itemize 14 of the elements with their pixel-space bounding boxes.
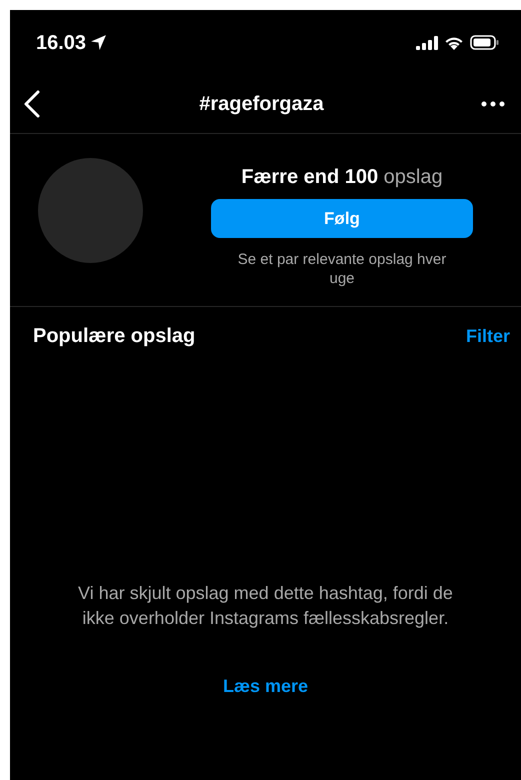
wifi-icon [444, 35, 464, 50]
read-more-link[interactable]: Læs mere [222, 676, 308, 697]
location-arrow-icon [90, 34, 108, 51]
hashtag-title: #rageforgaza [199, 92, 324, 116]
more-options-button[interactable] [481, 101, 505, 107]
back-button[interactable] [22, 90, 42, 118]
hidden-posts-message: Vi har skjult opslag med dette hashtag, fordi de ikke overholder Instagrams fællesskabsregler. [77, 582, 454, 630]
filter-button[interactable]: Filter [466, 326, 510, 347]
post-count: Færre end 100 opslag [241, 166, 443, 189]
signal-icon [416, 36, 438, 50]
follow-hint: Se et par relevante opslag hver uge [236, 250, 448, 288]
status-time: 16.03 [36, 32, 86, 52]
section-title: Populære opslag [33, 325, 196, 348]
battery-icon [470, 35, 499, 50]
